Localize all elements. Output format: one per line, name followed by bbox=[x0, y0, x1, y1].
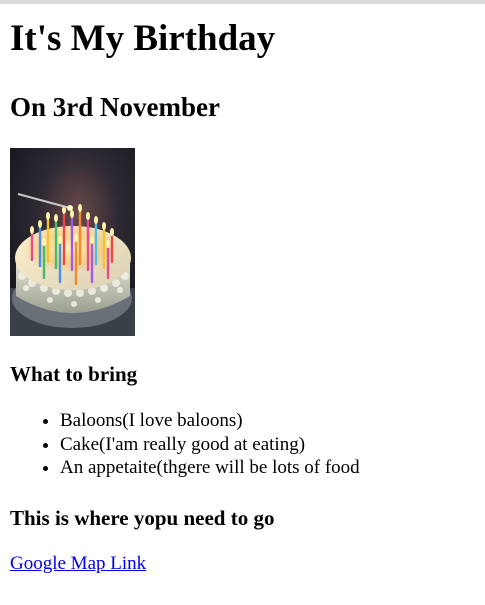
list-item: An appetaite(thgere will be lots of food bbox=[60, 456, 360, 480]
page-title: It's My Birthday bbox=[10, 18, 276, 59]
list-item: Baloons(I love baloons) bbox=[60, 409, 360, 433]
list-item: Cake(I'am really good at eating) bbox=[60, 433, 360, 457]
browser-top-border bbox=[0, 0, 485, 4]
location-heading: This is where yopu need to go bbox=[10, 506, 275, 530]
birthday-date-heading: On 3rd November bbox=[10, 92, 220, 122]
bring-list: Baloons(I love baloons) Cake(I'am really… bbox=[10, 409, 360, 480]
google-map-link[interactable]: Google Map Link bbox=[10, 552, 146, 576]
what-to-bring-heading: What to bring bbox=[10, 362, 138, 386]
cake-photo-illustration bbox=[10, 148, 135, 336]
birthday-cake-image bbox=[10, 148, 135, 336]
